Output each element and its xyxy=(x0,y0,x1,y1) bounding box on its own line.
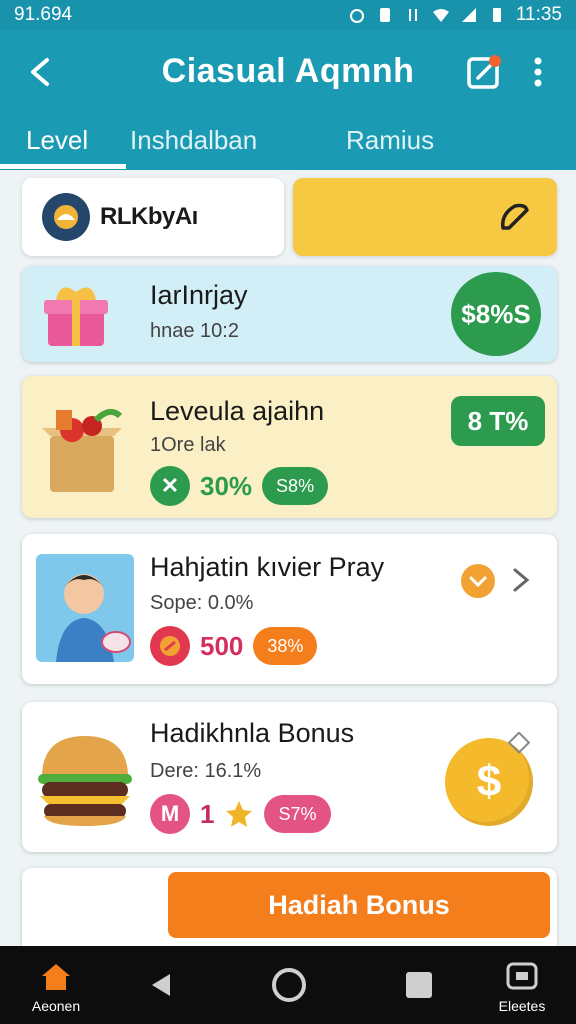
status-time-right: 11:35 xyxy=(515,4,562,25)
card-subtitle: Dere: 16.1% xyxy=(150,760,262,782)
stat-row: ✕ 30% S8% xyxy=(150,466,329,506)
reward-card-pray[interactable]: Hahjatin kıvier Pray Sope: 0.0% 500 38% xyxy=(22,534,557,684)
stat-value: 1 xyxy=(200,798,215,829)
close-icon: ✕ xyxy=(150,466,190,506)
navigation-bar: Aeonen Eleetes xyxy=(0,946,576,1024)
nav-right-label: Eleetes xyxy=(498,998,546,1014)
character-avatar xyxy=(36,554,134,662)
card-title: Hadikhnla Bonus xyxy=(150,718,355,748)
data-icon xyxy=(408,9,417,21)
more-options-button[interactable] xyxy=(518,52,558,92)
stat-value: 30% xyxy=(200,470,253,501)
edit-icon xyxy=(501,203,529,230)
wifi-icon xyxy=(432,9,449,22)
status-bar: 91.694 11:35 xyxy=(0,0,576,30)
share-button[interactable] xyxy=(464,52,504,92)
chevron-right-icon[interactable] xyxy=(505,564,537,596)
signal-icon xyxy=(461,8,476,22)
reward-card-grocery[interactable]: Leveula ajaihn 1Ore lak 8 T% ✕ 30% S8% xyxy=(22,376,557,518)
stat-pill: S7% xyxy=(264,795,331,833)
nav-back-icon[interactable] xyxy=(146,970,176,1000)
card-subtitle: Sope: 0.0% xyxy=(150,592,254,614)
tab-ramius[interactable]: Ramius xyxy=(346,120,434,164)
medal-icon: M xyxy=(150,794,190,834)
tab-level[interactable]: Level xyxy=(26,120,88,164)
card-title: Leveula ajaihn xyxy=(150,396,325,426)
nav-recents-icon[interactable] xyxy=(406,972,432,998)
burger-icon xyxy=(38,736,132,826)
more-vert-icon xyxy=(534,57,542,87)
nav-home-button[interactable]: Aeonen xyxy=(20,960,92,1014)
yellow-action-card[interactable] xyxy=(293,178,557,256)
content-list: RLKbyAı IarInrjay hnae 10:2 $8%S Leveula… xyxy=(0,170,576,946)
reward-card-bonus[interactable]: Hadikhnla Bonus Dere: 16.1% $ M 1 S7% xyxy=(22,702,557,852)
brand-name: RLKbyAı xyxy=(100,203,198,230)
brand-card[interactable]: RLKbyAı xyxy=(22,178,284,256)
hadiah-bonus-button[interactable]: Hadiah Bonus xyxy=(168,872,550,938)
tag-icon xyxy=(507,732,531,754)
tab-inshdalban[interactable]: Inshdalban xyxy=(130,120,257,164)
stat-row: 500 38% xyxy=(150,626,318,666)
tab-bar: Level Inshdalban Ramius xyxy=(0,114,576,170)
home-icon xyxy=(42,964,70,990)
grocery-bag-icon xyxy=(42,408,123,492)
share-icon xyxy=(467,55,501,89)
phone-icon xyxy=(506,962,538,990)
card-subtitle: hnae 10:2 xyxy=(150,320,239,342)
card-title: IarInrjay xyxy=(150,280,248,310)
price-badge[interactable]: $8%S xyxy=(451,272,541,356)
stat-value: 500 xyxy=(200,630,244,661)
gift-box-icon xyxy=(44,287,108,346)
nav-right-button[interactable]: Eleetes xyxy=(484,960,560,1014)
sim-icon xyxy=(379,8,390,22)
bonus-card: Hadiah Bonus xyxy=(22,868,557,946)
card-subtitle: 1Ore lak xyxy=(150,434,226,456)
reward-card-gift[interactable]: IarInrjay hnae 10:2 $8%S xyxy=(22,266,557,362)
alarm-icon xyxy=(349,9,364,23)
status-time-left: 91.694 xyxy=(14,4,73,25)
brand-logo xyxy=(42,193,90,241)
battery-icon xyxy=(492,8,501,22)
star-icon xyxy=(226,801,253,827)
card-title: Hahjatin kıvier Pray xyxy=(150,552,385,582)
tab-indicator xyxy=(0,164,126,169)
stat-row: M 1 S7% xyxy=(150,794,331,834)
nav-home-label: Aeonen xyxy=(31,998,81,1014)
stat-pill: 38% xyxy=(253,627,318,665)
nav-home-circle-icon[interactable] xyxy=(272,968,306,1002)
coin-token-icon xyxy=(150,626,190,666)
heart-icon xyxy=(469,576,487,588)
discount-badge[interactable]: 8 T% xyxy=(451,396,545,446)
favorite-button[interactable] xyxy=(461,564,495,598)
stat-pill: S8% xyxy=(262,467,329,505)
app-bar: Ciasual Aqmnh xyxy=(0,30,576,114)
